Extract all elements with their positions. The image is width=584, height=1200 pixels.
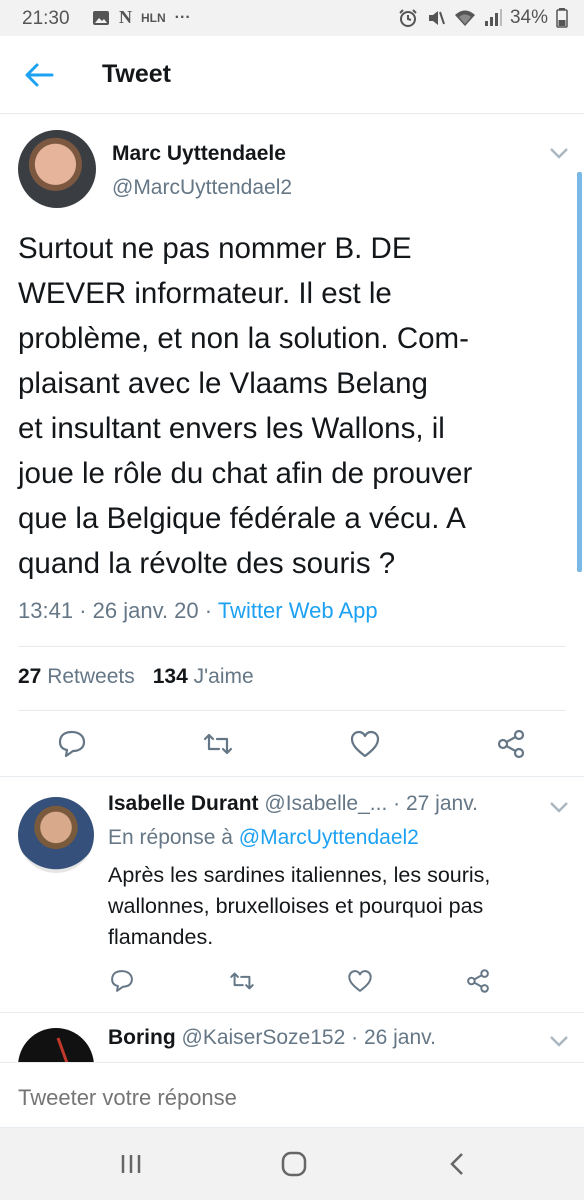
reply-text: Après les sardines italiennes, les souri…	[108, 863, 491, 949]
chevron-down-icon[interactable]	[548, 146, 570, 160]
reply-button[interactable]	[55, 727, 89, 761]
likes-count: 134	[152, 665, 188, 688]
reply-to-line: En réponse à @MarcUyttendael2	[108, 826, 419, 850]
battery-percent: 34%	[509, 7, 548, 28]
retweets-stat[interactable]: 27 Retweets	[18, 665, 135, 689]
app-bar: Tweet	[0, 36, 584, 114]
tweet-time: 13:41	[18, 598, 74, 623]
alarm-icon	[399, 9, 417, 27]
hln-icon: HLN	[141, 10, 166, 25]
system-nav-bar	[0, 1128, 584, 1200]
retweets-count: 27	[18, 665, 42, 688]
divider	[18, 646, 566, 647]
reply-button[interactable]	[108, 967, 136, 995]
mute-icon	[428, 11, 445, 25]
divider	[0, 1012, 584, 1013]
battery-icon	[556, 8, 568, 28]
meta-separator: ·	[79, 598, 87, 623]
status-right-icons: 34%	[398, 7, 568, 29]
avatar[interactable]	[18, 797, 94, 873]
signal-icon	[484, 9, 502, 26]
likes-stat[interactable]: 134 J'aime	[153, 665, 254, 689]
more-dots-icon: ···	[174, 8, 191, 26]
divider	[0, 776, 584, 777]
like-button[interactable]	[346, 967, 374, 995]
retweet-icon	[230, 972, 254, 990]
reply-icon	[111, 970, 133, 992]
retweet-button[interactable]	[228, 967, 256, 995]
page-title: Tweet	[102, 60, 171, 88]
share-icon	[497, 729, 525, 759]
arrow-left-icon[interactable]	[22, 58, 56, 92]
reply-date: 26 janv.	[363, 1026, 436, 1049]
status-left-icons: N HLN ···	[92, 7, 191, 28]
meta-separator: ·	[204, 598, 213, 623]
chevron-down-icon[interactable]	[548, 1034, 570, 1048]
author-name[interactable]: Marc Uyttendaele	[112, 142, 286, 166]
image-icon	[93, 10, 109, 25]
status-bar: 21:30 N HLN ··· 34%	[0, 0, 584, 36]
tweet-source-link[interactable]: Twitter Web App	[218, 598, 378, 623]
divider	[18, 710, 566, 711]
n-app-icon: N	[119, 7, 132, 27]
reply-header: Isabelle Durant @Isabelle_... · 27 janv.	[108, 792, 478, 816]
reply-header: Boring @KaiserSoze152 · 26 janv.	[108, 1026, 436, 1050]
tweet-stats: 27 Retweets 134 J'aime	[18, 665, 254, 689]
back-icon[interactable]	[443, 1150, 473, 1178]
likes-label: J'aime	[193, 665, 254, 688]
share-button[interactable]	[464, 967, 492, 995]
heart-icon	[348, 970, 372, 992]
reply-author-handle[interactable]: @KaiserSoze152	[182, 1026, 346, 1049]
avatar[interactable]	[18, 130, 96, 208]
reply-author-handle[interactable]: @Isabelle_...	[264, 792, 387, 815]
share-icon	[467, 969, 489, 993]
home-icon[interactable]	[279, 1150, 309, 1178]
retweet-icon	[203, 733, 233, 755]
reply-to-prefix: En réponse à	[108, 826, 233, 849]
tweet-text: Surtout ne pas nommer B. DE WEVER inform…	[18, 232, 473, 580]
reply-date: 27 janv.	[405, 792, 478, 815]
reply-author-name[interactable]: Isabelle Durant	[108, 792, 259, 815]
reply-to-mention[interactable]: @MarcUyttendael2	[239, 826, 419, 849]
retweets-label: Retweets	[47, 665, 135, 688]
compose-bar	[0, 1062, 584, 1128]
meta-separator: ·	[351, 1026, 359, 1049]
chevron-down-icon[interactable]	[548, 800, 570, 814]
like-button[interactable]	[348, 727, 382, 761]
reply-input[interactable]	[18, 1085, 558, 1111]
tweet-meta: 13:41 · 26 janv. 20 · Twitter Web App	[18, 598, 378, 624]
scrollbar[interactable]	[577, 172, 582, 572]
reply-author-name[interactable]: Boring	[108, 1026, 176, 1049]
recent-apps-icon[interactable]	[116, 1150, 146, 1178]
status-time: 21:30	[22, 8, 70, 29]
heart-icon	[350, 730, 380, 758]
tweet-date: 26 janv. 20	[92, 598, 199, 623]
reply-icon	[58, 730, 86, 758]
author-handle[interactable]: @MarcUyttendael2	[112, 176, 292, 200]
meta-separator: ·	[393, 792, 401, 815]
wifi-icon	[454, 10, 475, 26]
share-button[interactable]	[494, 727, 528, 761]
retweet-button[interactable]	[201, 727, 235, 761]
